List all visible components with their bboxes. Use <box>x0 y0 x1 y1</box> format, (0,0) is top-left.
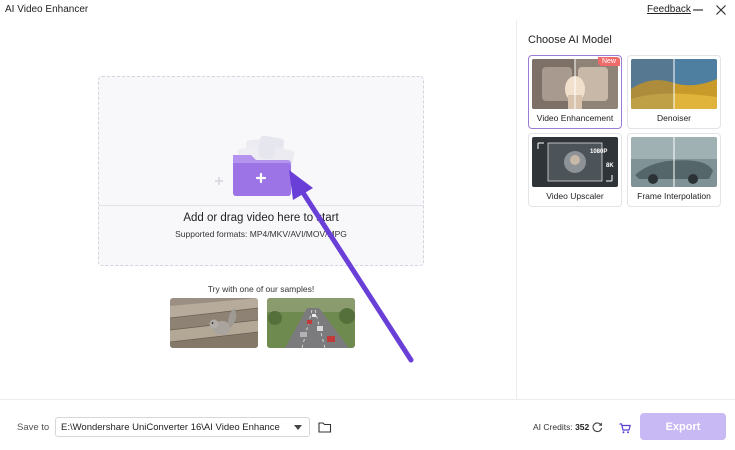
minimize-button[interactable] <box>691 3 705 17</box>
model-label: Video Upscaler <box>546 191 604 201</box>
folder-icon <box>318 422 332 433</box>
ai-credits-label: AI Credits: <box>533 422 573 432</box>
close-button[interactable] <box>714 3 728 17</box>
app-title: AI Video Enhancer <box>5 4 89 15</box>
cart-icon <box>619 423 631 434</box>
squirrel-sample[interactable] <box>170 298 258 348</box>
video-enhancement-thumbnail <box>532 59 618 109</box>
feedback-link[interactable]: Feedback <box>647 4 691 15</box>
refresh-credits-button[interactable] <box>591 420 603 438</box>
model-label: Denoiser <box>656 113 692 123</box>
title-bar: AI Video Enhancer Feedback <box>0 0 735 20</box>
save-path-value: E:\Wondershare UniConverter 16\AI Video … <box>61 422 280 433</box>
upscale-overlay-8k: 8K <box>606 163 614 169</box>
save-path-select[interactable]: E:\Wondershare UniConverter 16\AI Video … <box>55 417 310 437</box>
new-badge: New <box>597 57 620 66</box>
refresh-icon <box>592 422 603 433</box>
ai-credits: AI Credits: 352 <box>533 422 589 432</box>
folder-plus-icon <box>211 133 311 203</box>
chevron-down-icon <box>294 425 302 430</box>
frame-interpolation-thumbnail <box>631 137 717 187</box>
footer-divider <box>0 399 735 400</box>
buy-credits-button[interactable] <box>619 421 631 439</box>
video-drop-zone[interactable]: Add or drag video here to start Supporte… <box>98 76 424 266</box>
drop-zone-title: Add or drag video here to start <box>183 212 339 224</box>
upscale-overlay-1080p: 1080P <box>590 149 607 155</box>
close-icon <box>716 5 726 15</box>
denoiser-thumbnail <box>631 59 717 109</box>
ai-credits-value: 352 <box>575 422 590 432</box>
save-to-label: Save to <box>17 422 50 433</box>
drop-zone-separator <box>99 205 423 206</box>
minimize-icon <box>693 9 703 11</box>
supported-formats: Supported formats: MP4/MKV/AVI/MOV/MPG <box>175 229 347 239</box>
model-label: Video Enhancement <box>536 113 614 123</box>
model-label: Frame Interpolation <box>637 191 711 201</box>
samples-label: Try with one of our samples! <box>207 284 315 294</box>
model-frame-interpolation[interactable]: Frame Interpolation <box>627 133 721 207</box>
video-upscaler-thumbnail: 1080P 8K <box>532 137 618 187</box>
highway-sample[interactable] <box>267 298 355 348</box>
choose-model-title: Choose AI Model <box>528 34 612 46</box>
model-video-enhancement[interactable]: New Video Enhancement <box>528 55 622 129</box>
export-button[interactable]: Export <box>640 413 726 440</box>
panel-divider <box>516 20 517 400</box>
open-folder-button[interactable] <box>318 420 332 438</box>
model-video-upscaler[interactable]: 1080P 8K Video Upscaler <box>528 133 622 207</box>
model-denoiser[interactable]: Denoiser <box>627 55 721 129</box>
